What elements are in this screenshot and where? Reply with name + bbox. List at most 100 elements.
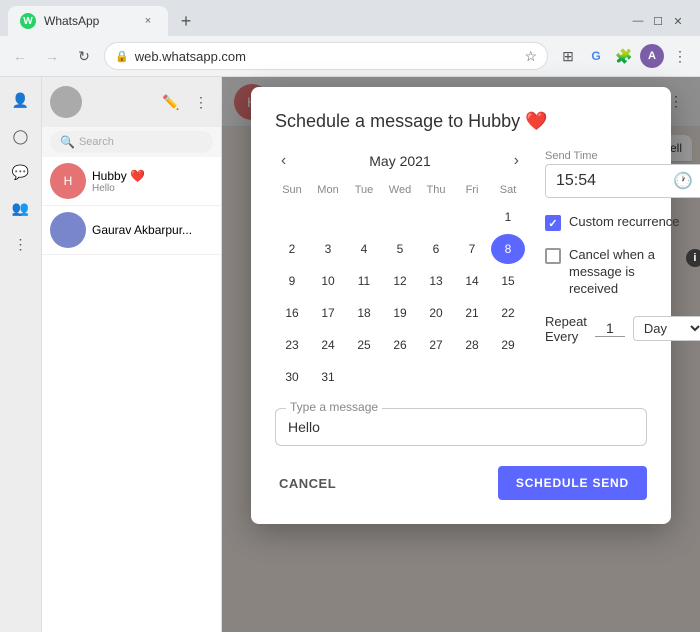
- repeat-number-input[interactable]: [595, 320, 625, 337]
- sidebar-status-icon[interactable]: ◯: [6, 121, 36, 151]
- cal-day[interactable]: 13: [419, 266, 453, 296]
- address-bar: ← → ↻ 🔒 web.whatsapp.com ☆ ⊞ G 🧩 A ⋮: [0, 36, 700, 76]
- sidebar-more-icon[interactable]: ⋮: [6, 229, 36, 259]
- cal-day-empty: [491, 362, 525, 392]
- cal-day[interactable]: 17: [311, 298, 345, 328]
- maximize-button[interactable]: ☐: [652, 15, 664, 27]
- repeat-unit-select[interactable]: Day Week Month: [633, 316, 700, 341]
- modal-body: ‹ May 2021 › SunMonTueWedThuFriSat123456…: [275, 150, 647, 392]
- cal-day-empty: [347, 362, 381, 392]
- active-tab[interactable]: W WhatsApp ×: [8, 6, 168, 36]
- schedule-send-button[interactable]: SCHEDULE SEND: [498, 466, 647, 500]
- cal-day[interactable]: 6: [419, 234, 453, 264]
- cal-day[interactable]: 20: [419, 298, 453, 328]
- new-chat-icon[interactable]: ✏️: [159, 90, 183, 114]
- cal-day[interactable]: 30: [275, 362, 309, 392]
- cancel-when-received-label: Cancel when a message is received: [569, 247, 678, 298]
- cal-day[interactable]: 29: [491, 330, 525, 360]
- cal-day[interactable]: 19: [383, 298, 417, 328]
- cal-day-header: Wed: [383, 180, 417, 200]
- close-window-button[interactable]: ✕: [672, 15, 684, 27]
- cal-day[interactable]: 7: [455, 234, 489, 264]
- cal-day[interactable]: 11: [347, 266, 381, 296]
- cal-day[interactable]: 21: [455, 298, 489, 328]
- profile-avatar[interactable]: A: [640, 44, 664, 68]
- modal-title-text: Schedule a message to Hubby ❤️: [275, 111, 548, 132]
- tab-close-button[interactable]: ×: [140, 13, 156, 29]
- bookmark-icon[interactable]: ☆: [524, 48, 537, 65]
- forward-button[interactable]: →: [40, 44, 64, 68]
- cal-next-button[interactable]: ›: [508, 150, 525, 172]
- cal-day[interactable]: 1: [491, 202, 525, 232]
- cal-month-label: May 2021: [369, 153, 430, 169]
- info-button[interactable]: i: [686, 249, 700, 267]
- chat-list: H Hubby ❤️ Hello Gaurav Akbarpur...: [42, 157, 221, 255]
- cal-day[interactable]: 5: [383, 234, 417, 264]
- chat-header: ✏️ ⋮: [42, 77, 221, 127]
- chat-search: 🔍 Search: [42, 127, 221, 157]
- sidebar-profile-icon[interactable]: 👤: [6, 85, 36, 115]
- sidebar-communities-icon[interactable]: 👥: [6, 193, 36, 223]
- time-input-row[interactable]: 15:54 🕐: [545, 164, 700, 198]
- cal-day[interactable]: 28: [455, 330, 489, 360]
- menu-dots-icon[interactable]: ⋮: [189, 90, 213, 114]
- cal-day[interactable]: 26: [383, 330, 417, 360]
- search-placeholder[interactable]: Search: [79, 136, 114, 148]
- back-button[interactable]: ←: [8, 44, 32, 68]
- send-time-section: Send Time 15:54 🕐: [545, 150, 700, 198]
- cal-day[interactable]: 23: [275, 330, 309, 360]
- puzzle-icon[interactable]: 🧩: [612, 44, 636, 68]
- cal-day[interactable]: 16: [275, 298, 309, 328]
- chat-item-hubby[interactable]: H Hubby ❤️ Hello: [42, 157, 221, 206]
- chat-item-2[interactable]: Gaurav Akbarpur...: [42, 206, 221, 255]
- cal-day[interactable]: 27: [419, 330, 453, 360]
- cal-day-header: Mon: [311, 180, 345, 200]
- cal-day-header: Sat: [491, 180, 525, 200]
- user-avatar: [50, 86, 82, 118]
- google-icon[interactable]: G: [584, 44, 608, 68]
- cal-prev-button[interactable]: ‹: [275, 150, 292, 172]
- calendar: ‹ May 2021 › SunMonTueWedThuFriSat123456…: [275, 150, 525, 392]
- cal-day[interactable]: 22: [491, 298, 525, 328]
- refresh-button[interactable]: ↻: [72, 44, 96, 68]
- cal-day[interactable]: 8: [491, 234, 525, 264]
- cal-day[interactable]: 9: [275, 266, 309, 296]
- cal-day-empty: [275, 202, 309, 232]
- message-input-label: Type a message: [286, 400, 382, 414]
- tab-bar: W WhatsApp × + — ☐ ✕: [0, 0, 700, 36]
- chat-name-hubby: Hubby ❤️: [92, 169, 213, 183]
- cal-day-empty: [383, 202, 417, 232]
- menu-icon[interactable]: ⋮: [668, 44, 692, 68]
- cal-day-empty: [455, 202, 489, 232]
- message-text[interactable]: Hello: [288, 419, 634, 435]
- sidebar-chat-icon[interactable]: 💬: [6, 157, 36, 187]
- cal-day[interactable]: 10: [311, 266, 345, 296]
- cal-day[interactable]: 14: [455, 266, 489, 296]
- check-mark: ✓: [548, 217, 557, 230]
- main-chat: H Hubby ❤️ 🔍 ⋮ Hell Schedule a message t…: [222, 77, 700, 632]
- cal-day[interactable]: 12: [383, 266, 417, 296]
- chat-panel: ✏️ ⋮ 🔍 Search H Hubby ❤️ Hello Gaurav A: [42, 77, 222, 632]
- cal-day[interactable]: 3: [311, 234, 345, 264]
- custom-recurrence-checkbox[interactable]: ✓: [545, 215, 561, 231]
- url-bar[interactable]: 🔒 web.whatsapp.com ☆: [104, 42, 548, 70]
- cal-day[interactable]: 24: [311, 330, 345, 360]
- right-panel: Send Time 15:54 🕐 ✓ Custom recurrence: [545, 150, 700, 392]
- extensions-icon[interactable]: ⊞: [556, 44, 580, 68]
- cal-day[interactable]: 25: [347, 330, 381, 360]
- cal-day[interactable]: 4: [347, 234, 381, 264]
- cal-day[interactable]: 31: [311, 362, 345, 392]
- cal-day-empty: [383, 362, 417, 392]
- cal-day[interactable]: 15: [491, 266, 525, 296]
- cancel-button[interactable]: CANCEL: [275, 468, 340, 499]
- minimize-button[interactable]: —: [632, 15, 644, 27]
- new-tab-button[interactable]: +: [172, 7, 200, 35]
- modal-footer: CANCEL SCHEDULE SEND: [275, 466, 647, 500]
- cancel-when-received-checkbox[interactable]: [545, 248, 561, 264]
- chat-info-2: Gaurav Akbarpur...: [92, 223, 213, 237]
- message-input-section[interactable]: Type a message Hello: [275, 408, 647, 446]
- modal-overlay: Schedule a message to Hubby ❤️ ‹ May 202…: [222, 77, 700, 632]
- cal-day[interactable]: 2: [275, 234, 309, 264]
- cal-day[interactable]: 18: [347, 298, 381, 328]
- whatsapp-container: 👤 ◯ 💬 👥 ⋮ ✏️ ⋮ 🔍 Search H Hubby ❤️: [0, 77, 700, 632]
